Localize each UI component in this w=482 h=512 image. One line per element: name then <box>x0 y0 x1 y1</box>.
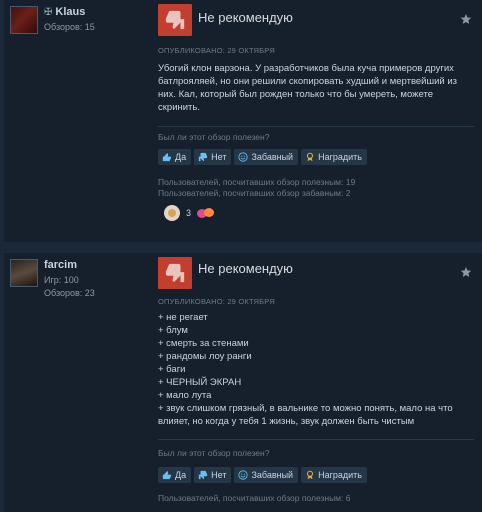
badge-icon: ✠ <box>44 7 53 18</box>
author-review-count: Обзоров: 23 <box>44 288 95 298</box>
review-text-line: батлрояляей, но они решили скопировать х… <box>158 76 458 87</box>
vote-funny-button[interactable]: Забавный <box>234 467 299 483</box>
award-count: 3 <box>186 208 192 218</box>
review-card: farcim Игр: 100 Обзоров: 23 Не рекоменду… <box>4 253 482 512</box>
review-text-line: + звук слишком грязный, в вальнике то мо… <box>158 403 453 414</box>
thumbs-down-icon <box>158 4 192 36</box>
vote-funny-button[interactable]: Забавный <box>234 149 299 165</box>
helpful-count: Пользователей, посчитавших обзор полезны… <box>158 177 356 187</box>
review-text-line: них. Кал, который был рожден только что … <box>158 89 433 100</box>
thumbs-down-icon <box>198 152 208 162</box>
divider <box>158 126 474 127</box>
thumbs-down-icon <box>158 257 192 289</box>
author-review-count: Обзоров: 15 <box>44 22 95 32</box>
review-text: + не регает + блум + смерть за стенами + ра… <box>158 311 476 428</box>
avatar[interactable] <box>10 6 38 34</box>
review-text-line: + мало лута <box>158 390 212 401</box>
review-text-line: + не регает <box>158 312 208 323</box>
award-reaction-icon <box>197 207 215 219</box>
awards-row[interactable]: 3 <box>164 205 215 221</box>
funny-count: Пользователей, посчитавших обзор забавны… <box>158 188 351 198</box>
review-card: ✠ Klaus Обзоров: 15 Не рекомендую ОПУБЛИК… <box>4 0 482 242</box>
review-text-line: + рандомы лоу ранги <box>158 351 252 362</box>
helpful-count: Пользователей, посчитавших обзор полезны… <box>158 493 351 503</box>
review-text-line: + баги <box>158 364 186 375</box>
vote-buttons: Да Нет Забавный Наградить <box>158 149 367 165</box>
avatar[interactable] <box>10 259 38 287</box>
divider <box>158 439 474 440</box>
vote-yes-button[interactable]: Да <box>158 467 192 483</box>
vote-no-button[interactable]: Нет <box>194 149 232 165</box>
review-text-line: + блум <box>158 325 188 336</box>
vote-no-button[interactable]: Нет <box>194 467 232 483</box>
review-text: Убогий клон варзона. У разработчиков был… <box>158 62 476 114</box>
award-reaction-icon <box>164 205 180 221</box>
review-text-line: Убогий клон варзона. У разработчиков был… <box>158 63 454 74</box>
review-text-line: + ЧЕРНЫЙ ЭКРАН <box>158 377 242 388</box>
author-games-count: Игр: 100 <box>44 275 79 285</box>
award-icon <box>307 470 314 480</box>
posted-date: ОПУБЛИКОВАНО: 29 ОКТЯБРЯ <box>158 297 275 306</box>
thumbs-up-icon <box>162 470 172 480</box>
vote-yes-button[interactable]: Да <box>158 149 192 165</box>
author-name[interactable]: farcim <box>44 259 77 271</box>
review-text-line: + смерть за стенами <box>158 338 249 349</box>
star-icon[interactable] <box>460 266 472 278</box>
review-text-line: скринить. <box>158 102 200 113</box>
helpful-question: Был ли этот обзор полезен? <box>158 448 270 458</box>
smiley-icon <box>238 152 249 162</box>
review-verdict: Не рекомендую <box>198 261 293 276</box>
thumbs-up-icon <box>162 152 172 162</box>
smiley-icon <box>238 470 249 480</box>
award-icon <box>307 152 314 162</box>
posted-date: ОПУБЛИКОВАНО: 29 ОКТЯБРЯ <box>158 46 275 55</box>
thumbs-down-icon <box>198 470 208 480</box>
review-text-line: влияет, но когда у тебя 1 жизнь, звук до… <box>158 416 415 427</box>
review-verdict: Не рекомендую <box>198 10 293 25</box>
star-icon[interactable] <box>460 13 472 25</box>
award-button[interactable]: Наградить <box>301 149 367 165</box>
author-name[interactable]: ✠ Klaus <box>44 6 85 18</box>
vote-buttons: Да Нет Забавный Наградить <box>158 467 367 483</box>
helpful-question: Был ли этот обзор полезен? <box>158 132 270 142</box>
award-button[interactable]: Наградить <box>301 467 367 483</box>
